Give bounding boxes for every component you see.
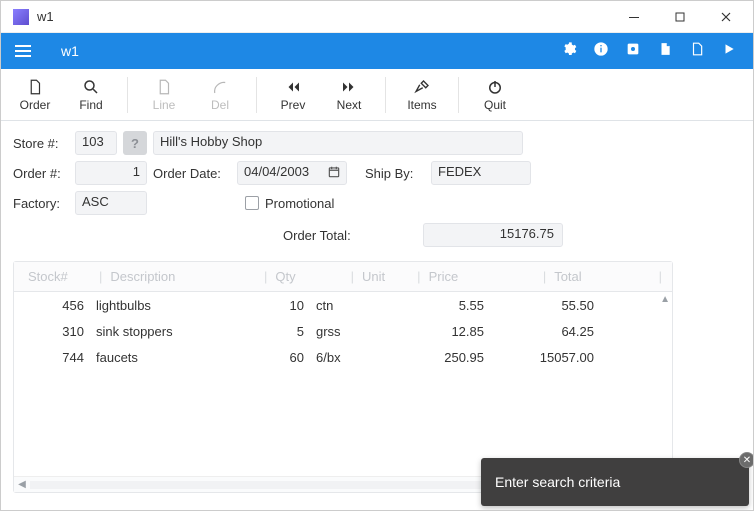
info-icon[interactable] xyxy=(585,41,617,62)
cell-stock: 456 xyxy=(14,298,90,313)
order-number-field[interactable]: 1 xyxy=(75,161,147,185)
col-price[interactable]: Price xyxy=(423,269,541,284)
cell-total: 64.25 xyxy=(490,324,600,339)
promotional-checkbox[interactable]: Promotional xyxy=(245,196,334,211)
col-qty[interactable]: Qty xyxy=(269,269,328,284)
cell-price: 12.85 xyxy=(370,324,490,339)
toolbar-divider xyxy=(458,77,459,113)
window-maximize-button[interactable] xyxy=(657,1,703,33)
cell-desc: lightbulbs xyxy=(90,298,250,313)
table-row[interactable]: 456 lightbulbs 10 ctn 5.55 55.50 xyxy=(14,292,672,318)
shipby-label: Ship By: xyxy=(365,166,425,181)
scroll-up-icon[interactable]: ▲ xyxy=(660,294,670,305)
order-total-field: 15176.75 xyxy=(423,223,563,247)
play-icon[interactable] xyxy=(713,42,745,61)
scroll-left-icon[interactable]: ◀ xyxy=(14,479,30,490)
settings-icon[interactable] xyxy=(553,41,585,62)
promotional-label: Promotional xyxy=(265,196,334,211)
store-name-field[interactable]: Hill's Hobby Shop xyxy=(153,131,523,155)
cell-total: 15057.00 xyxy=(490,350,600,365)
store-label: Store #: xyxy=(13,136,69,151)
col-total[interactable]: Total xyxy=(548,269,656,284)
items-button[interactable]: Items xyxy=(396,76,448,114)
store-lookup-button[interactable]: ? xyxy=(123,131,147,155)
factory-label: Factory: xyxy=(13,196,69,211)
order-date-label: Order Date: xyxy=(153,166,231,181)
items-label: Items xyxy=(407,98,436,112)
find-button[interactable]: Find xyxy=(65,76,117,114)
config-icon[interactable] xyxy=(617,41,649,62)
order-date-field[interactable]: 04/04/2003 xyxy=(237,161,347,185)
window-minimize-button[interactable] xyxy=(611,1,657,33)
cell-unit: grss xyxy=(310,324,370,339)
find-label: Find xyxy=(79,98,102,112)
window-title: w1 xyxy=(37,9,54,24)
cell-qty: 10 xyxy=(250,298,310,313)
toast-text: Enter search criteria xyxy=(495,474,620,490)
order-label: Order #: xyxy=(13,166,69,181)
window-titlebar: w1 xyxy=(1,1,753,33)
col-description[interactable]: Description xyxy=(104,269,262,284)
line-label: Line xyxy=(153,98,176,112)
toolbar-divider xyxy=(127,77,128,113)
del-label: Del xyxy=(211,98,229,112)
toolbar: Order Find Line Del Prev Next Items Quit xyxy=(1,69,753,121)
grid-body[interactable]: 456 lightbulbs 10 ctn 5.55 55.50 310 sin… xyxy=(14,292,672,476)
table-row[interactable]: 744 faucets 60 6/bx 250.95 15057.00 xyxy=(14,344,672,370)
line-button: Line xyxy=(138,76,190,114)
content-area: Store #: 103 ? Hill's Hobby Shop Order #… xyxy=(1,121,753,510)
grid-header: Stock# | Description | Qty | Unit | Pric… xyxy=(14,262,672,292)
checkbox-icon xyxy=(245,196,259,210)
next-label: Next xyxy=(337,98,362,112)
toolbar-divider xyxy=(385,77,386,113)
toolbar-divider xyxy=(256,77,257,113)
quit-label: Quit xyxy=(484,98,506,112)
cell-price: 250.95 xyxy=(370,350,490,365)
window-close-button[interactable] xyxy=(703,1,749,33)
order-total-label: Order Total: xyxy=(283,228,383,243)
prev-label: Prev xyxy=(281,98,306,112)
vertical-scrollbar[interactable]: ▲ xyxy=(658,292,672,476)
table-row[interactable]: 310 sink stoppers 5 grss 12.85 64.25 xyxy=(14,318,672,344)
status-toast: Enter search criteria ✕ xyxy=(481,458,749,506)
cell-qty: 60 xyxy=(250,350,310,365)
prev-button[interactable]: Prev xyxy=(267,76,319,114)
new-document-icon[interactable] xyxy=(681,41,713,62)
next-button[interactable]: Next xyxy=(323,76,375,114)
store-number-field[interactable]: 103 xyxy=(75,131,117,155)
cell-unit: ctn xyxy=(310,298,370,313)
topbar: w1 xyxy=(1,33,753,69)
col-stock[interactable]: Stock# xyxy=(22,269,97,284)
cell-qty: 5 xyxy=(250,324,310,339)
topbar-title: w1 xyxy=(61,43,79,59)
cell-desc: faucets xyxy=(90,350,250,365)
factory-field[interactable]: ASC xyxy=(75,191,147,215)
order-button[interactable]: Order xyxy=(9,76,61,114)
col-unit[interactable]: Unit xyxy=(356,269,415,284)
quit-button[interactable]: Quit xyxy=(469,76,521,114)
cell-desc: sink stoppers xyxy=(90,324,250,339)
order-label: Order xyxy=(20,98,51,112)
del-button: Del xyxy=(194,76,246,114)
app-icon xyxy=(13,9,29,25)
cell-stock: 310 xyxy=(14,324,90,339)
cell-stock: 744 xyxy=(14,350,90,365)
shipby-field[interactable]: FEDEX xyxy=(431,161,531,185)
close-icon[interactable]: ✕ xyxy=(739,452,753,468)
menu-icon[interactable] xyxy=(9,39,37,63)
cell-total: 55.50 xyxy=(490,298,600,313)
document-icon[interactable] xyxy=(649,41,681,62)
cell-price: 5.55 xyxy=(370,298,490,313)
cell-unit: 6/bx xyxy=(310,350,370,365)
